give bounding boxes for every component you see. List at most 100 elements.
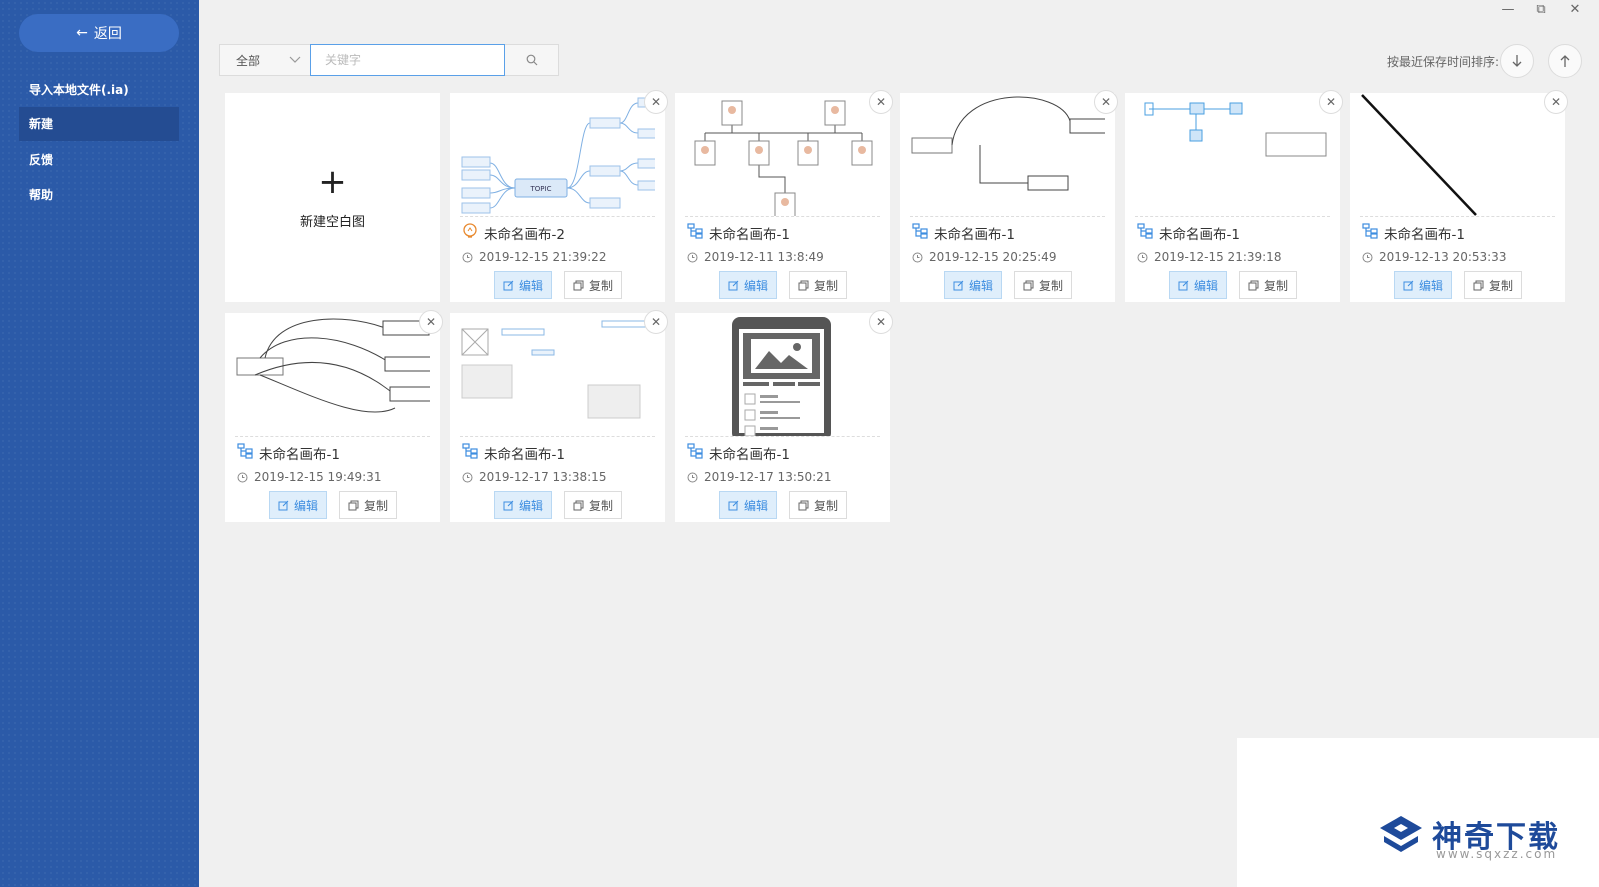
canvas-thumbnail[interactable] xyxy=(685,93,880,217)
sidebar-item-feedback[interactable]: 反馈 xyxy=(19,143,179,177)
svg-text:TOPIC: TOPIC xyxy=(530,185,552,193)
card-time-row: 2019-12-17 13:50:21 xyxy=(687,470,831,484)
canvas-card[interactable]: ✕ 未命名画布-1 2019-12-17 13:50:21 编辑 复制 xyxy=(675,310,893,522)
back-button[interactable]: ← 返回 xyxy=(19,14,179,52)
canvas-thumbnail[interactable] xyxy=(1360,93,1555,217)
delete-card-button[interactable]: ✕ xyxy=(869,310,893,334)
copy-icon xyxy=(1023,280,1034,290)
delete-card-button[interactable]: ✕ xyxy=(1544,90,1568,114)
minimize-icon[interactable]: — xyxy=(1500,2,1516,18)
category-select-value: 全部 xyxy=(236,53,261,68)
canvas-card[interactable]: ✕ 未命名画布-1 2019-12-15 21:39:18 编辑 复制 xyxy=(1125,90,1343,302)
copy-button[interactable]: 复制 xyxy=(339,491,397,519)
copy-button[interactable]: 复制 xyxy=(1464,271,1522,299)
edit-label: 编辑 xyxy=(293,498,318,513)
copy-button[interactable]: 复制 xyxy=(1239,271,1297,299)
card-title-row: 未命名画布-1 xyxy=(237,443,340,463)
close-window-icon[interactable]: ✕ xyxy=(1567,2,1583,18)
copy-button[interactable]: 复制 xyxy=(789,271,847,299)
canvas-card[interactable]: TOPIC ✕ 未命名画布-2 2019-12-15 21:39:22 编辑 复… xyxy=(450,90,668,302)
card-timestamp: 2019-12-13 20:53:33 xyxy=(1379,250,1507,264)
close-icon: ✕ xyxy=(650,95,662,109)
flowchart-icon xyxy=(1362,223,1378,243)
canvas-card[interactable]: ✕ 未命名画布-1 2019-12-15 19:49:31 编辑 复制 xyxy=(225,310,443,522)
copy-button[interactable]: 复制 xyxy=(1014,271,1072,299)
clock-icon xyxy=(912,252,923,262)
card-title: 未命名画布-1 xyxy=(1384,227,1465,243)
card-time-row: 2019-12-15 20:25:49 xyxy=(912,250,1056,264)
edit-button[interactable]: 编辑 xyxy=(719,271,777,299)
canvas-thumbnail[interactable] xyxy=(910,93,1105,217)
card-title-row: 未命名画布-1 xyxy=(1362,223,1465,243)
mindmap-bulb-icon xyxy=(462,223,478,243)
copy-icon xyxy=(798,280,809,290)
canvas-card[interactable]: ✕ 未命名画布-1 2019-12-13 20:53:33 编辑 复制 xyxy=(1350,90,1568,302)
canvas-thumbnail[interactable] xyxy=(460,313,655,437)
canvas-thumbnail[interactable] xyxy=(1135,93,1330,217)
edit-button[interactable]: 编辑 xyxy=(944,271,1002,299)
canvas-thumbnail[interactable]: TOPIC xyxy=(460,93,655,217)
delete-card-button[interactable]: ✕ xyxy=(419,310,443,334)
edit-icon xyxy=(728,500,739,510)
flowchart-icon xyxy=(912,223,928,243)
edit-label: 编辑 xyxy=(968,278,993,293)
card-title: 未命名画布-2 xyxy=(484,227,565,243)
edit-button[interactable]: 编辑 xyxy=(1169,271,1227,299)
edit-button[interactable]: 编辑 xyxy=(494,491,552,519)
canvas-card[interactable]: ✕ 未命名画布-1 2019-12-15 20:25:49 编辑 复制 xyxy=(900,90,1118,302)
delete-card-button[interactable]: ✕ xyxy=(1094,90,1118,114)
card-timestamp: 2019-12-15 21:39:18 xyxy=(1154,250,1282,264)
card-title: 未命名画布-1 xyxy=(1159,227,1240,243)
close-icon: ✕ xyxy=(1325,95,1337,109)
new-blank-card[interactable]: + 新建空白图 xyxy=(225,93,440,302)
canvas-card[interactable]: ✕ 未命名画布-1 2019-12-11 13:8:49 编辑 复制 xyxy=(675,90,893,302)
edit-label: 编辑 xyxy=(1418,278,1443,293)
flowchart-icon xyxy=(687,443,703,463)
clock-icon xyxy=(687,472,698,482)
maximize-icon[interactable]: ⧉ xyxy=(1533,2,1549,18)
copy-label: 复制 xyxy=(1038,278,1063,293)
sidebar-item-help[interactable]: 帮助 xyxy=(19,178,179,212)
delete-card-button[interactable]: ✕ xyxy=(869,90,893,114)
edit-button[interactable]: 编辑 xyxy=(494,271,552,299)
flowchart-icon xyxy=(237,443,253,463)
edit-button[interactable]: 编辑 xyxy=(719,491,777,519)
edit-icon xyxy=(1403,280,1414,290)
canvas-card[interactable]: ✕ 未命名画布-1 2019-12-17 13:38:15 编辑 复制 xyxy=(450,310,668,522)
canvas-thumbnail[interactable] xyxy=(235,313,430,437)
clock-icon xyxy=(687,252,698,262)
sidebar-item-new[interactable]: 新建 xyxy=(19,107,179,141)
copy-icon xyxy=(1248,280,1259,290)
sidebar-item-import[interactable]: 导入本地文件(.ia) xyxy=(19,73,179,107)
search-input[interactable] xyxy=(310,44,505,76)
delete-card-button[interactable]: ✕ xyxy=(644,310,668,334)
card-title-row: 未命名画布-1 xyxy=(1137,223,1240,243)
chevron-down-icon xyxy=(289,56,301,63)
close-icon: ✕ xyxy=(425,315,437,329)
delete-card-button[interactable]: ✕ xyxy=(644,90,668,114)
card-title: 未命名画布-1 xyxy=(709,447,790,463)
copy-icon xyxy=(573,500,584,510)
copy-icon xyxy=(1473,280,1484,290)
sort-asc-button[interactable] xyxy=(1548,44,1582,78)
search-button[interactable] xyxy=(505,44,559,76)
copy-button[interactable]: 复制 xyxy=(564,491,622,519)
arrow-left-icon: ← xyxy=(76,25,88,41)
clock-icon xyxy=(462,252,473,262)
copy-button[interactable]: 复制 xyxy=(564,271,622,299)
card-title: 未命名画布-1 xyxy=(484,447,565,463)
edit-button[interactable]: 编辑 xyxy=(1394,271,1452,299)
card-time-row: 2019-12-15 21:39:22 xyxy=(462,250,606,264)
category-select[interactable]: 全部 xyxy=(219,44,311,76)
canvas-thumbnail[interactable] xyxy=(685,313,880,437)
close-icon: ✕ xyxy=(1550,95,1562,109)
sort-desc-button[interactable] xyxy=(1500,44,1534,78)
flowchart-icon xyxy=(462,443,478,463)
copy-button[interactable]: 复制 xyxy=(789,491,847,519)
delete-card-button[interactable]: ✕ xyxy=(1319,90,1343,114)
card-title-row: 未命名画布-1 xyxy=(912,223,1015,243)
card-time-row: 2019-12-13 20:53:33 xyxy=(1362,250,1506,264)
edit-label: 编辑 xyxy=(743,498,768,513)
edit-button[interactable]: 编辑 xyxy=(269,491,327,519)
card-timestamp: 2019-12-11 13:8:49 xyxy=(704,250,824,264)
